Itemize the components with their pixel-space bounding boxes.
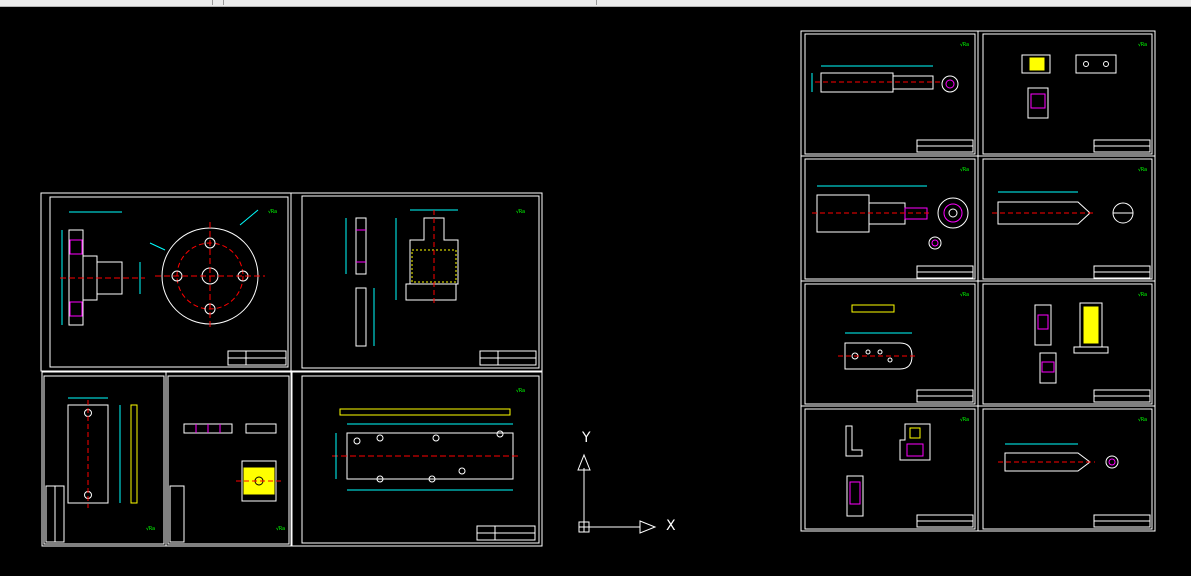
sheet-support: √Ra (977, 280, 1156, 407)
sheet-link: √Ra (800, 280, 979, 407)
ucs-x-label: X (666, 518, 676, 534)
svg-text:√Ra: √Ra (960, 417, 969, 423)
sheet-shaft-2: √Ra (800, 155, 979, 282)
sheet-angle: √Ra (800, 405, 979, 532)
svg-text:√Ra: √Ra (1138, 292, 1147, 298)
svg-text:√Ra: √Ra (960, 167, 969, 173)
toolbar-segment[interactable] (213, 0, 224, 5)
sheet-block: √Ra (165, 371, 292, 547)
sheet-flange: √Ra (40, 192, 292, 372)
svg-text:√Ra: √Ra (960, 42, 969, 48)
toolbar-strip[interactable] (0, 0, 1191, 7)
toolbar-segment[interactable] (224, 0, 597, 5)
svg-text:√Ra: √Ra (516, 209, 525, 215)
svg-text:√Ra: √Ra (268, 209, 277, 215)
svg-text:√Ra: √Ra (516, 388, 525, 394)
svg-text:√Ra: √Ra (146, 526, 155, 532)
sheet-slider: √Ra (977, 30, 1156, 157)
sheet-screw: √Ra (977, 155, 1156, 282)
svg-text:√Ra: √Ra (960, 292, 969, 298)
svg-text:√Ra: √Ra (1138, 167, 1147, 173)
sheet-pin: √Ra (977, 405, 1156, 532)
svg-text:√Ra: √Ra (1138, 42, 1147, 48)
ucs-y-label: Y (582, 430, 591, 446)
toolbar-segment[interactable] (0, 0, 213, 5)
sheet-shaft-1: √Ra (800, 30, 979, 157)
sheet-plate: √Ra (41, 371, 167, 547)
sheet-bracket: √Ra (290, 192, 543, 372)
sheet-base: √Ra (291, 371, 543, 547)
model-space-canvas[interactable]: √Ra √Ra √Ra √Ra √Ra √Ra √Ra √Ra √Ra √Ra … (0, 7, 1191, 576)
svg-text:√Ra: √Ra (276, 526, 285, 532)
ucs-icon (577, 453, 657, 534)
svg-text:√Ra: √Ra (1138, 417, 1147, 423)
